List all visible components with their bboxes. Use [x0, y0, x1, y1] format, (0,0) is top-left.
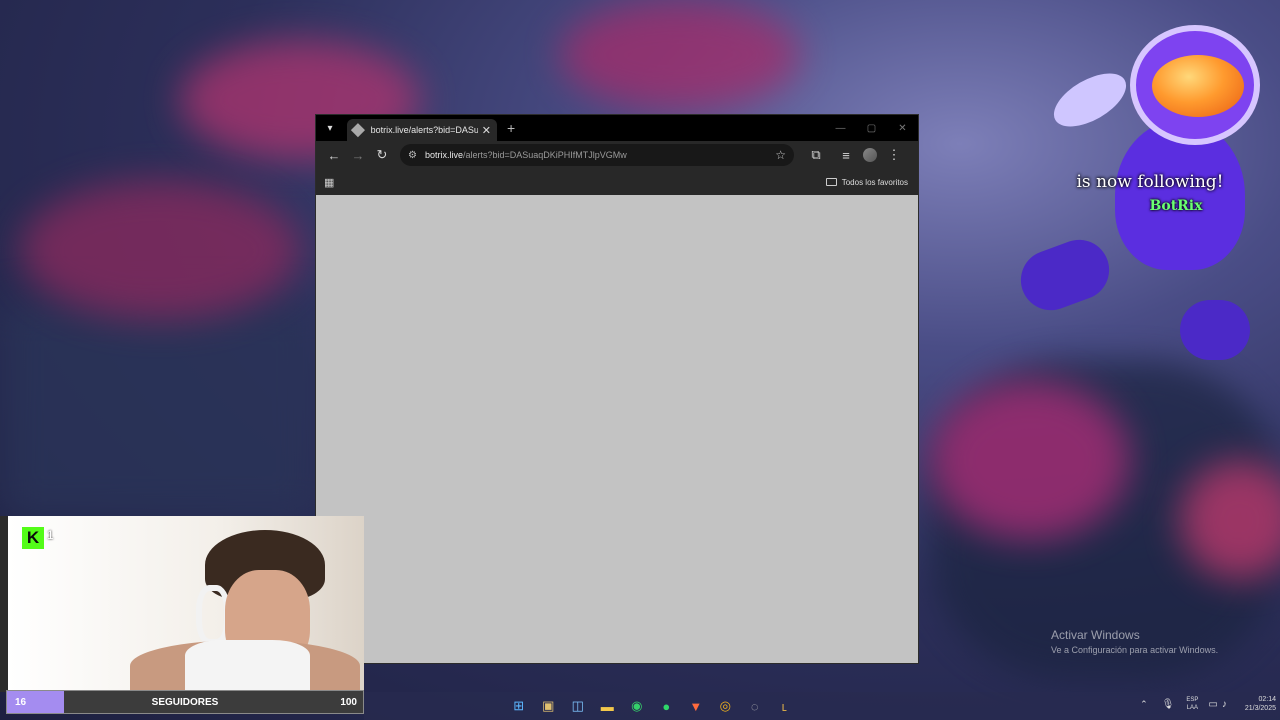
- microphone-icon[interactable]: 🎙: [1162, 699, 1175, 710]
- whatsapp-icon[interactable]: ◉: [622, 695, 652, 717]
- url-path: /alerts?bid=DASuaqDKiPHIfMTJlpVGMw: [462, 150, 627, 160]
- wallpaper-ground: [0, 300, 320, 520]
- wallpaper-foliage: [20, 180, 300, 320]
- new-tab-icon[interactable]: +: [507, 120, 515, 136]
- window-app-icon[interactable]: ◫: [563, 695, 593, 717]
- close-tab-icon[interactable]: ✕: [482, 124, 491, 137]
- astronaut-leg: [1180, 300, 1250, 360]
- address-bar[interactable]: ⚙ botrix.live/alerts?bid=DASuaqDKiPHIfMT…: [400, 144, 794, 166]
- store-icon[interactable]: ▣: [534, 695, 564, 717]
- bookmark-star-icon[interactable]: ☆: [775, 148, 786, 162]
- all-bookmarks-folder[interactable]: Todos los favoritos: [825, 177, 908, 187]
- astronaut-leg: [1012, 231, 1118, 319]
- lang-line1: ESP: [1186, 697, 1199, 703]
- language-indicator[interactable]: ESP LAA: [1186, 696, 1198, 712]
- bookmark-folder-label: Todos los favoritos: [841, 177, 908, 187]
- maximize-icon[interactable]: ▢: [856, 115, 887, 141]
- extensions-icon[interactable]: ⧉: [804, 143, 828, 167]
- url-host: botrix.live: [424, 150, 463, 160]
- tab-search-icon[interactable]: ▾: [321, 119, 339, 137]
- watermark-subtitle: Ve a Configuración para activar Windows.: [1051, 645, 1219, 655]
- astronaut-arm: [1045, 62, 1135, 138]
- alert-message: is now following!: [1076, 172, 1224, 192]
- clock-time: 02:14: [1258, 696, 1276, 703]
- forward-icon[interactable]: →: [346, 143, 370, 167]
- streamer-shirt: [185, 640, 310, 692]
- activate-windows-watermark: Activar Windows Ve a Configuración para …: [1051, 628, 1218, 655]
- browser-window: ▾ botrix.live/alerts?bid=DASuaqD ✕ + — ▢…: [315, 114, 919, 664]
- page-content[interactable]: [316, 195, 918, 663]
- close-window-icon[interactable]: ✕: [887, 115, 918, 141]
- tab-botrix-alerts[interactable]: botrix.live/alerts?bid=DASuaqD ✕: [347, 119, 497, 141]
- goal-label: SEGUIDORES: [151, 696, 219, 708]
- window-controls: — ▢ ✕: [825, 115, 918, 141]
- site-favicon-icon: [350, 123, 365, 137]
- file-explorer-icon[interactable]: ▬: [593, 695, 623, 717]
- apps-grid-icon[interactable]: ▦: [324, 176, 334, 189]
- minimize-icon[interactable]: —: [825, 115, 856, 141]
- wallpaper-foliage: [930, 380, 1130, 540]
- bookmarks-bar: ▦ Todos los favoritos: [316, 169, 918, 195]
- kick-viewer-count: 1: [47, 528, 54, 542]
- site-settings-icon[interactable]: ⚙: [408, 150, 417, 161]
- taskbar-apps: ⊞ ▣ ◫ ▬ ◉ ● ▼ ◎ ◌ ʟ: [504, 695, 799, 717]
- clock-date: 21/3/2025: [1244, 705, 1276, 712]
- chrome-icon[interactable]: ◎: [711, 695, 741, 717]
- profile-avatar-icon[interactable]: [863, 148, 877, 162]
- app-icon[interactable]: ◌: [740, 695, 770, 717]
- league-icon[interactable]: ʟ: [770, 695, 800, 717]
- folder-icon: [825, 178, 837, 186]
- reload-icon[interactable]: ↻: [370, 143, 394, 167]
- url-text: botrix.live/alerts?bid=DASuaqDKiPHIfMTJl…: [425, 150, 627, 160]
- network-volume-icon[interactable]: ▭♪: [1208, 699, 1230, 710]
- more-menu-icon[interactable]: ⋮: [882, 143, 906, 167]
- tab-title: botrix.live/alerts?bid=DASuaqD: [370, 125, 478, 135]
- taskbar: ⊞ ▣ ◫ ▬ ◉ ● ▼ ◎ ◌ ʟ ⌃ 🎙 ESP LAA ▭♪ 02:14…: [364, 692, 1280, 720]
- goal-target: 100: [340, 696, 357, 708]
- system-tray: ⌃ 🎙 ESP LAA ▭♪ 02:14 21/3/2025: [1140, 695, 1276, 713]
- back-icon[interactable]: ←: [322, 143, 346, 167]
- browser-toolbar: ← → ↻ ⚙ botrix.live/alerts?bid=DASuaqDKi…: [316, 141, 918, 169]
- clock[interactable]: 02:14 21/3/2025: [1245, 695, 1276, 713]
- media-controls-icon[interactable]: ≡: [834, 143, 858, 167]
- start-icon[interactable]: ⊞: [504, 695, 534, 717]
- kick-logo-icon: K: [22, 527, 44, 549]
- spotify-icon[interactable]: ●: [652, 695, 682, 717]
- lang-line2: LAA: [1186, 705, 1199, 711]
- show-hidden-icons-icon[interactable]: ⌃: [1140, 699, 1148, 710]
- brave-icon[interactable]: ▼: [681, 695, 711, 717]
- followers-goal-bar: 16 SEGUIDORES 100: [6, 690, 364, 714]
- follow-alert: is now following! BotRix: [1012, 10, 1280, 380]
- wallpaper-foliage: [560, 0, 800, 110]
- alert-username: BotRix: [1149, 198, 1203, 214]
- watermark-title: Activar Windows: [1051, 628, 1140, 642]
- astronaut-visor: [1152, 55, 1244, 117]
- tab-strip: ▾ botrix.live/alerts?bid=DASuaqD ✕ + — ▢…: [316, 115, 918, 141]
